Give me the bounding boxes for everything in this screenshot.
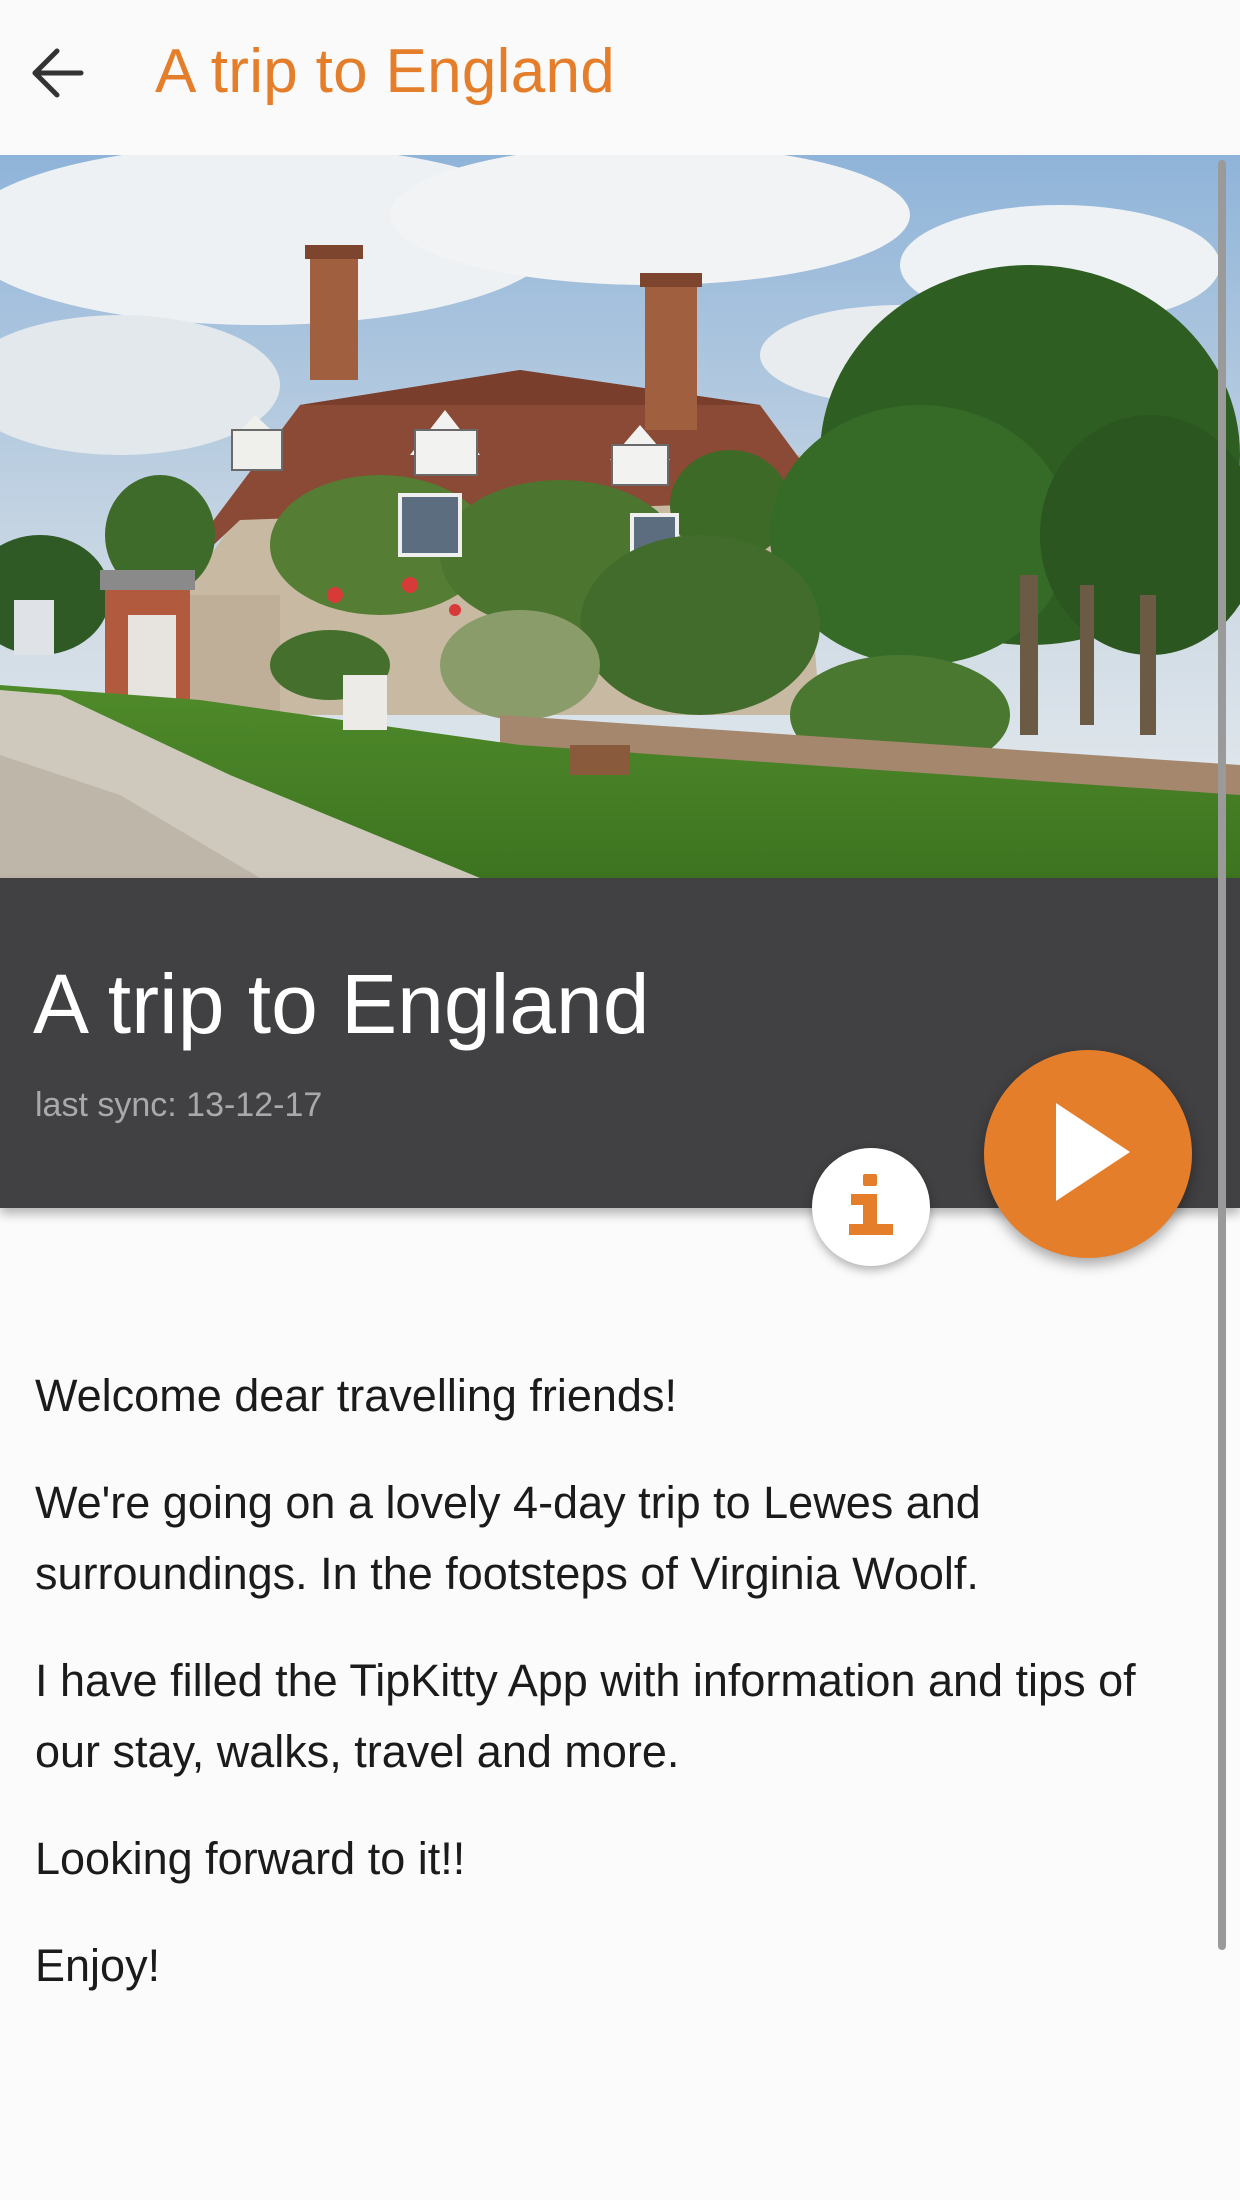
paragraph: We're going on a lovely 4-day trip to Le…: [35, 1477, 981, 1599]
trip-screen: A trip to England A trip to England last…: [0, 0, 1240, 2200]
play-icon: [1038, 1097, 1138, 1212]
scrollbar[interactable]: [1218, 160, 1226, 1950]
trip-title: A trip to England: [33, 957, 650, 1051]
info-icon: [841, 1170, 901, 1245]
arrow-left-icon: [27, 43, 87, 108]
info-button[interactable]: [812, 1148, 930, 1266]
back-button[interactable]: [14, 32, 100, 118]
last-sync-label: last sync: 13-12-17: [35, 1086, 323, 1124]
play-button[interactable]: [984, 1050, 1192, 1258]
app-bar: A trip to England: [0, 0, 1240, 156]
paragraph: Welcome dear travelling friends!: [35, 1370, 677, 1421]
paragraph: I have filled the TipKitty App with info…: [35, 1655, 1136, 1777]
hero-image: [0, 155, 1240, 878]
trip-description: Welcome dear travelling friends! We're g…: [35, 1360, 1185, 2037]
paragraph: Enjoy!: [35, 1940, 161, 1991]
paragraph: Looking forward to it!!: [35, 1833, 466, 1884]
app-bar-title: A trip to England: [155, 37, 616, 106]
